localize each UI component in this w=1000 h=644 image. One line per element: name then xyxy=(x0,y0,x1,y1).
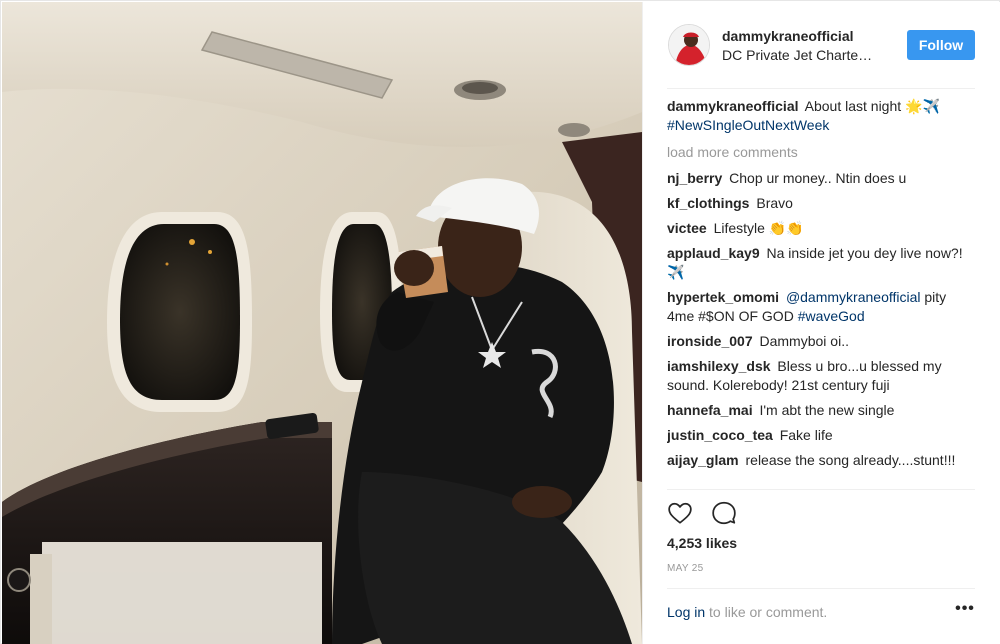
login-prompt: Log in to like or comment. xyxy=(667,604,827,620)
comment-mention[interactable]: @dammykraneofficial xyxy=(786,289,921,305)
comment-username[interactable]: hannefa_mai xyxy=(667,402,753,418)
caption-text: About last night 🌟✈️ xyxy=(804,98,940,114)
comment-username[interactable]: justin_coco_tea xyxy=(667,427,773,443)
instagram-post: dammykraneofficial DC Private Jet Charte… xyxy=(0,0,1000,644)
comment-item: kf_clothings Bravo xyxy=(667,194,975,213)
comment-item: applaud_kay9 Na inside jet you dey live … xyxy=(667,244,975,282)
comment-text: Lifestyle 👏👏 xyxy=(713,220,804,236)
comments-divider xyxy=(667,489,975,490)
comment-item: victee Lifestyle 👏👏 xyxy=(667,219,975,238)
comment-text: Bravo xyxy=(756,195,793,211)
more-options-icon[interactable]: ••• xyxy=(955,600,975,620)
comment-item: hypertek_omomi @dammykraneofficial pity … xyxy=(667,288,975,326)
header-divider xyxy=(667,88,975,89)
caption-hashtag[interactable]: #NewSIngleOutNextWeek xyxy=(667,117,829,133)
post-actions xyxy=(667,500,751,528)
owner-username[interactable]: dammykraneofficial xyxy=(722,28,854,44)
comment-username[interactable]: victee xyxy=(667,220,707,236)
avatar[interactable] xyxy=(668,24,710,66)
comment-text: I'm abt the new single xyxy=(759,402,895,418)
comment-username[interactable]: iamshilexy_dsk xyxy=(667,358,771,374)
follow-button[interactable]: Follow xyxy=(907,30,975,60)
comment-hashtag[interactable]: #waveGod xyxy=(798,308,865,324)
comment-item: hannefa_mai I'm abt the new single xyxy=(667,401,975,420)
post-caption: dammykraneofficial About last night 🌟✈️ … xyxy=(667,97,975,135)
comment-icon[interactable] xyxy=(711,500,739,528)
comment-username[interactable]: nj_berry xyxy=(667,170,722,186)
comment-username[interactable]: applaud_kay9 xyxy=(667,245,760,261)
comment-username[interactable]: kf_clothings xyxy=(667,195,749,211)
comment-text: Chop ur money.. Ntin does u xyxy=(729,170,907,186)
post-photo[interactable] xyxy=(2,2,642,644)
comment-username[interactable]: aijay_glam xyxy=(667,452,739,468)
footer-divider xyxy=(667,588,975,589)
comment-item: nj_berry Chop ur money.. Ntin does u xyxy=(667,169,975,188)
post-header: dammykraneofficial DC Private Jet Charte… xyxy=(643,2,1000,88)
login-suffix: to like or comment. xyxy=(705,604,828,620)
likes-count[interactable]: 4,253 likes xyxy=(667,535,737,551)
heart-icon[interactable] xyxy=(667,500,695,528)
comment-text: Dammyboi oi.. xyxy=(759,333,849,349)
comment-text: Fake life xyxy=(779,427,833,443)
comment-item: iamshilexy_dsk Bless u bro...u blessed m… xyxy=(667,357,975,395)
comment-text: release the song already....stunt!!! xyxy=(745,452,956,468)
comment-username[interactable]: hypertek_omomi xyxy=(667,289,779,305)
caption-username[interactable]: dammykraneofficial xyxy=(667,98,799,114)
load-more-comments-link[interactable]: load more comments xyxy=(667,143,975,162)
comment-username[interactable]: ironside_007 xyxy=(667,333,753,349)
login-link[interactable]: Log in xyxy=(667,604,705,620)
comments-list[interactable]: dammykraneofficial About last night 🌟✈️ … xyxy=(667,97,975,489)
post-side-panel: dammykraneofficial DC Private Jet Charte… xyxy=(642,2,1000,644)
post-date: MAY 25 xyxy=(667,563,704,574)
comment-item: aijay_glam release the song already....s… xyxy=(667,451,975,470)
post-location[interactable]: DC Private Jet Charte… xyxy=(722,47,900,63)
comment-item: justin_coco_tea Fake life xyxy=(667,426,975,445)
comment-item: ironside_007 Dammyboi oi.. xyxy=(667,332,975,351)
